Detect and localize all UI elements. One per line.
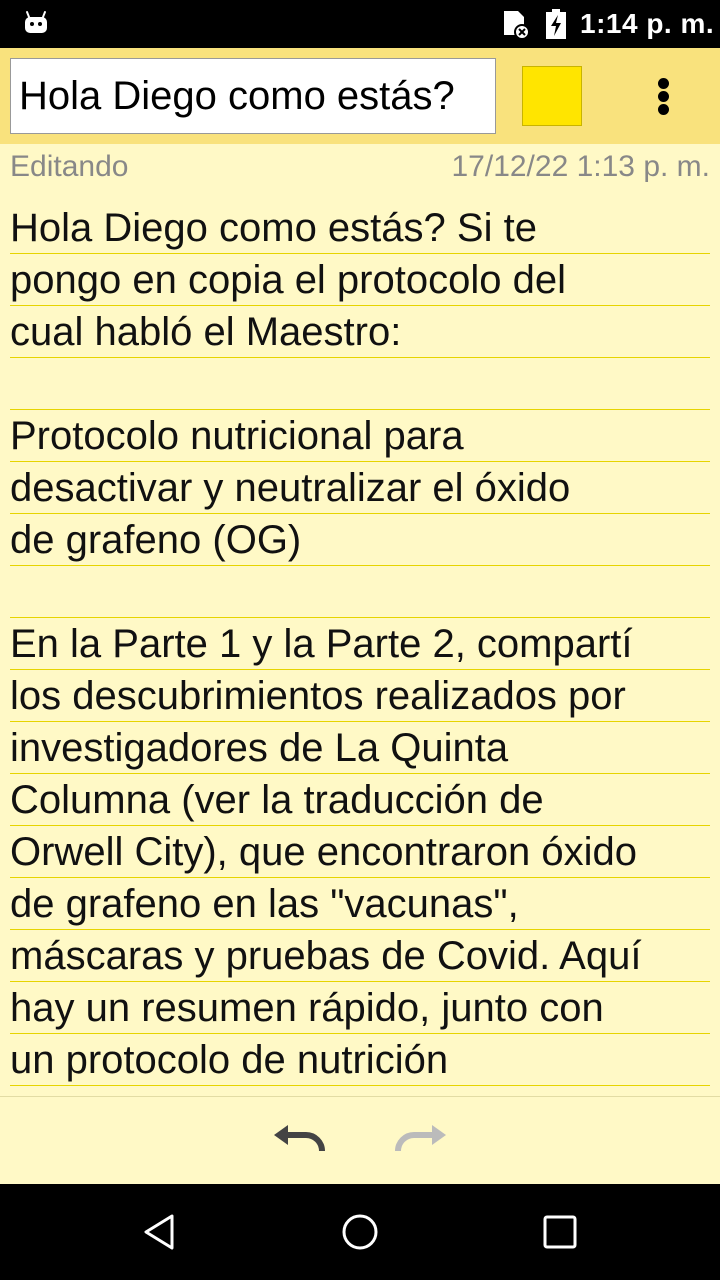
back-icon[interactable] [140,1212,180,1252]
note-text-line: de grafeno en las "vacunas", [10,878,710,930]
note-text-area[interactable]: Hola Diego como estás? Si te pongo en cop… [10,202,710,1094]
note-text-line: máscaras y pruebas de Covid. Aquí [10,930,710,982]
edit-status-label: Editando [10,150,129,183]
note-text-line: Hola Diego como estás? Si te [10,202,710,254]
note-title-input[interactable] [10,58,496,134]
system-nav-bar [0,1184,720,1280]
edit-bottom-bar [0,1096,720,1185]
note-text-line: investigadores de La Quinta [10,722,710,774]
undo-icon[interactable] [270,1119,330,1163]
status-clock: 1:14 p. m. [580,8,715,39]
note-text-line: pongo en copia el protocolo del [10,254,710,306]
more-vert-icon [658,104,669,115]
note-timestamp: 17/12/22 1:13 p. m. [451,150,710,183]
more-options-button[interactable] [640,72,688,120]
note-text-line [10,566,710,618]
more-vert-icon [658,78,669,89]
status-bar: 1:14 p. m. [0,0,720,48]
note-text-line: un protocolo de nutrición [10,1034,710,1086]
more-vert-icon [658,91,669,102]
note-text-line: Protocolo nutricional para [10,410,710,462]
redo-icon[interactable] [390,1119,450,1163]
note-text-line: hay un resumen rápido, junto con [10,982,710,1034]
recents-icon[interactable] [540,1212,580,1252]
android-icon [25,11,47,33]
note-text-line: Orwell City), que encontraron óxido [10,826,710,878]
home-icon[interactable] [340,1212,380,1252]
note-text-line [10,358,710,410]
note-toolbar [0,48,720,144]
note-text-line: los descubrimientos realizados por [10,670,710,722]
note-text-line: En la Parte 1 y la Parte 2, compartí [10,618,710,670]
note-text-line: de grafeno (OG) [10,514,710,566]
note-text-line: cual habló el Maestro: [10,306,710,358]
battery-charging-icon [546,9,566,39]
note-text-line: desactivar y neutralizar el óxido [10,462,710,514]
note-text-line: neutralizadora de OG [10,1086,710,1094]
sd-card-error-icon [504,11,530,39]
color-picker-button[interactable] [522,66,582,126]
note-editor-screen: 1:14 p. m. Editando 17/12/22 1:13 p. m. … [0,0,720,1280]
note-text-line: Columna (ver la traducción de [10,774,710,826]
